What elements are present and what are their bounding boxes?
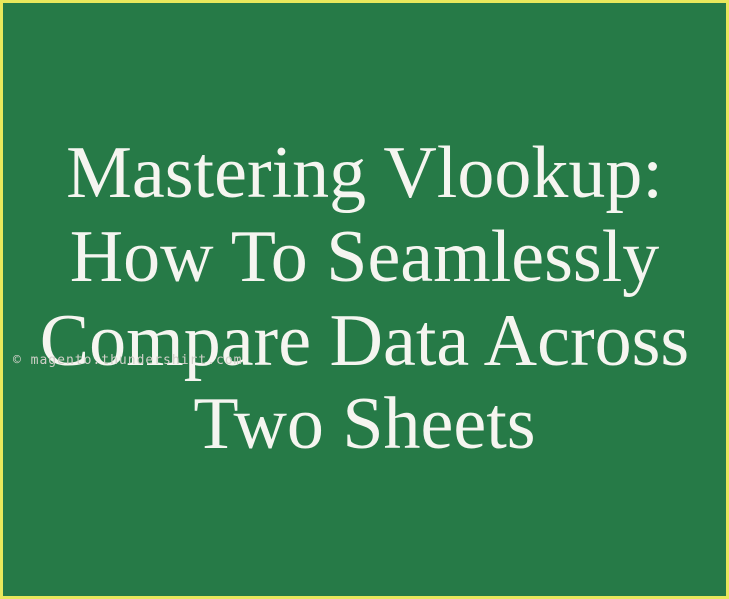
watermark-text: © magento.thundershirt.com: [13, 353, 243, 368]
page-title: Mastering Vlookup: How To Seamlessly Com…: [3, 132, 726, 466]
